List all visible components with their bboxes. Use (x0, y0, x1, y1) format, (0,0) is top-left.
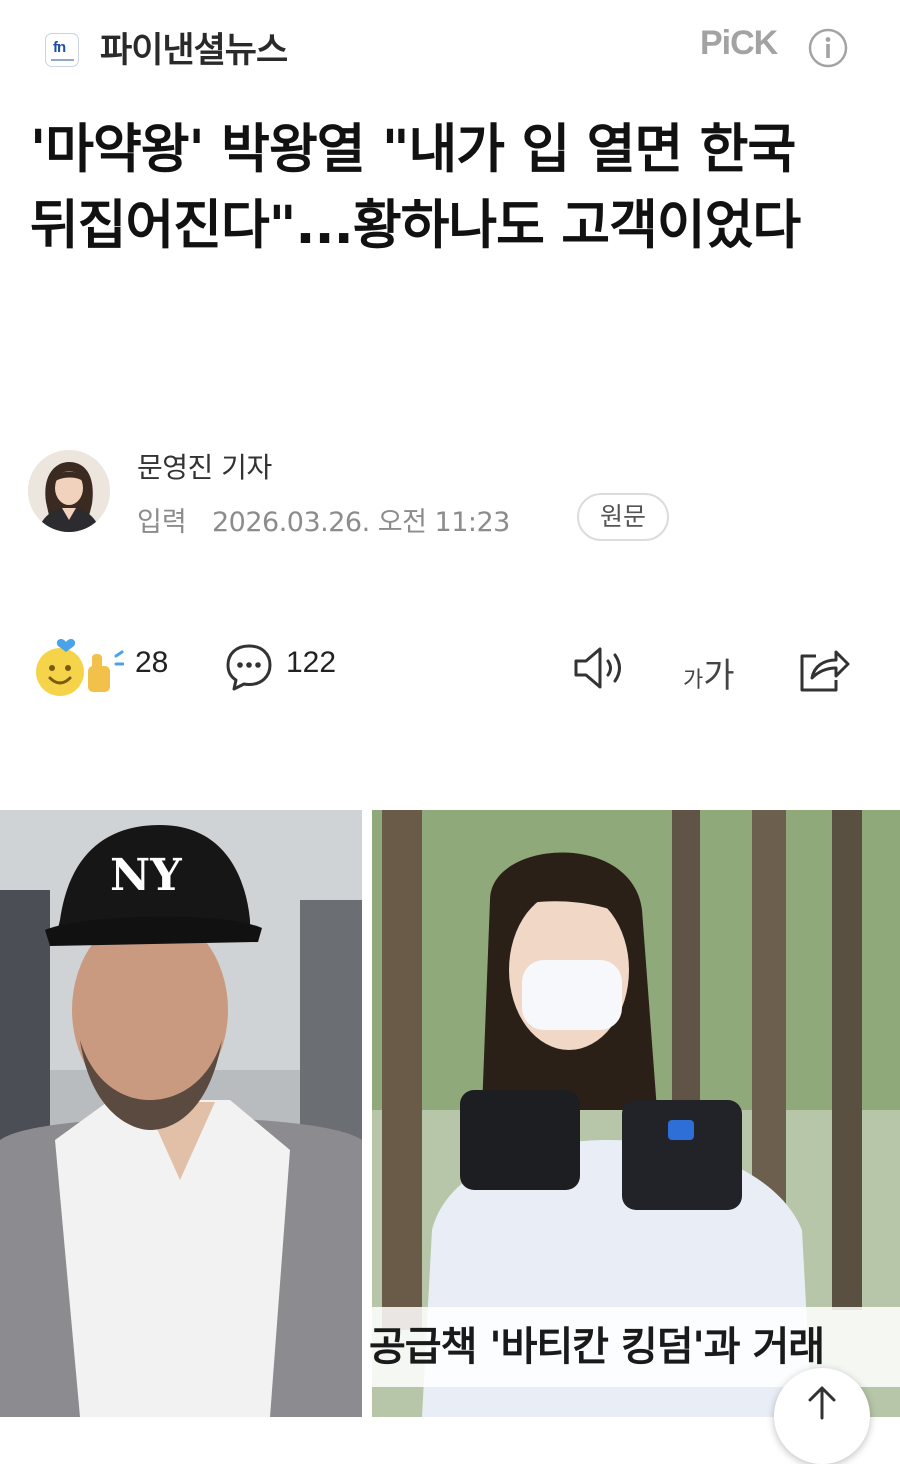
speaker-icon[interactable] (572, 645, 630, 691)
arrow-up-icon (808, 1386, 836, 1420)
reporter-name[interactable]: 문영진 기자 (137, 446, 272, 486)
comment-icon[interactable] (224, 642, 274, 692)
input-label: 입력 (137, 507, 187, 538)
scroll-to-top-button[interactable] (774, 1368, 870, 1464)
press-logo-icon[interactable]: fn (45, 33, 79, 67)
press-logo-text: fn (53, 39, 66, 56)
pick-label: PiCK (700, 24, 778, 62)
font-size-button[interactable]: 가가 (683, 648, 735, 696)
share-icon[interactable] (796, 644, 850, 694)
font-size-large-label: 가 (703, 656, 735, 696)
font-size-small-label: 가 (683, 668, 704, 693)
reaction-count: 28 (135, 646, 169, 679)
reporter-photo (28, 450, 110, 532)
input-datetime: 2026.03.26. 오전 11:23 (212, 507, 510, 538)
reporter-avatar[interactable] (28, 450, 110, 532)
comment-count: 122 (286, 646, 337, 679)
article-header: fn 파이낸셜뉴스 PiCK (0, 0, 900, 96)
press-logo-underline (51, 59, 74, 61)
info-icon[interactable] (807, 27, 849, 69)
press-name[interactable]: 파이낸셜뉴스 (100, 22, 288, 73)
man-photo: NY (0, 810, 362, 1417)
photo-left: NY (0, 810, 362, 1417)
reaction-emoji-icon[interactable] (32, 636, 124, 700)
original-article-button[interactable]: 원문 (577, 493, 669, 541)
svg-text:NY: NY (110, 850, 182, 901)
article-headline: '마약왕' 박왕열 "내가 입 열면 한국 뒤집어진다"...황하나도 고객이었… (30, 119, 801, 256)
